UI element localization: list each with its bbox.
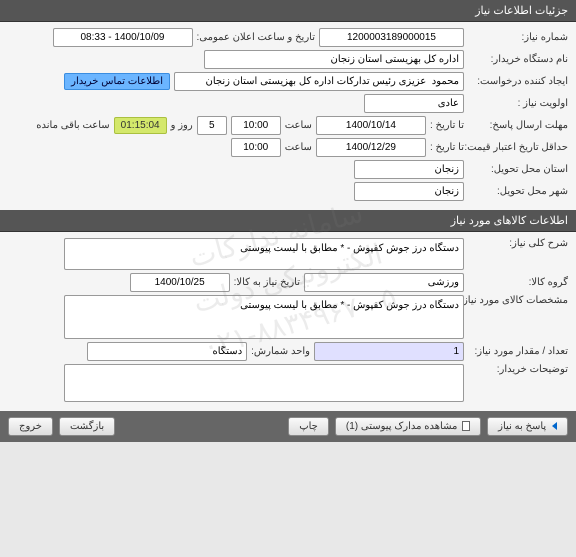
- group-label: گروه کالا:: [468, 277, 568, 288]
- spec-field[interactable]: [64, 295, 464, 339]
- deadline-label: مهلت ارسال پاسخ:: [468, 120, 568, 131]
- priority-label: اولویت نیاز :: [468, 98, 568, 109]
- remaining-label: ساعت باقی مانده: [36, 120, 109, 131]
- time-label-1: ساعت: [285, 120, 312, 131]
- announce-date-label: تاریخ و ساعت اعلان عمومی:: [197, 32, 316, 43]
- validity-date-field[interactable]: [316, 138, 426, 157]
- respond-button[interactable]: پاسخ به نیاز: [487, 417, 568, 436]
- days-field[interactable]: [197, 116, 227, 135]
- desc-field[interactable]: [64, 238, 464, 270]
- back-button[interactable]: بازگشت: [59, 417, 115, 436]
- buyer-field[interactable]: [204, 50, 464, 69]
- buyer-label: نام دستگاه خریدار:: [468, 54, 568, 65]
- button-bar: پاسخ به نیاز مشاهده مدارک پیوستی (1) چاپ…: [0, 411, 576, 442]
- validity-label: حداقل تاریخ اعتبار قیمت:: [468, 142, 568, 153]
- city-field[interactable]: [354, 182, 464, 201]
- buyer-notes-field[interactable]: [64, 364, 464, 402]
- to-date-label-2: تا تاریخ :: [430, 142, 464, 153]
- need-date-field[interactable]: [130, 273, 230, 292]
- qty-label: تعداد / مقدار مورد نیاز:: [468, 346, 568, 357]
- need-date-label: تاریخ نیاز به کالا:: [234, 277, 300, 288]
- deadline-time-field[interactable]: [231, 116, 281, 135]
- deadline-date-field[interactable]: [316, 116, 426, 135]
- validity-time-field[interactable]: [231, 138, 281, 157]
- attachments-button-label: مشاهده مدارک پیوستی (1): [346, 421, 458, 432]
- arrow-left-icon: [552, 422, 557, 430]
- spec-label: مشخصات کالای مورد نیاز:: [468, 295, 568, 306]
- attachments-button[interactable]: مشاهده مدارک پیوستی (1): [335, 417, 481, 436]
- desc-label: شرح کلی نیاز:: [468, 238, 568, 249]
- buyer-contact-badge[interactable]: اطلاعات تماس خریدار: [64, 73, 170, 90]
- remaining-time-badge: 01:15:04: [114, 117, 167, 134]
- respond-button-label: پاسخ به نیاز: [498, 421, 546, 432]
- need-info-form: شماره نیاز: تاریخ و ساعت اعلان عمومی: نا…: [0, 22, 576, 210]
- unit-field[interactable]: [87, 342, 247, 361]
- section-header-goods-info: اطلاعات کالاهای مورد نیاز: [0, 210, 576, 232]
- exit-button[interactable]: خروج: [8, 417, 53, 436]
- need-number-field[interactable]: [319, 28, 464, 47]
- city-label: شهر محل تحویل:: [468, 186, 568, 197]
- priority-field[interactable]: [364, 94, 464, 113]
- requester-field[interactable]: [174, 72, 464, 91]
- print-button[interactable]: چاپ: [288, 417, 329, 436]
- goods-info-form: شرح کلی نیاز: گروه کالا: تاریخ نیاز به ک…: [0, 232, 576, 411]
- group-field[interactable]: [304, 273, 464, 292]
- section-header-need-info: جزئیات اطلاعات نیاز: [0, 0, 576, 22]
- announce-date-field[interactable]: [53, 28, 193, 47]
- requester-label: ایجاد کننده درخواست:: [468, 76, 568, 87]
- days-and-label: روز و: [171, 120, 193, 131]
- province-field[interactable]: [354, 160, 464, 179]
- document-icon: [462, 421, 470, 431]
- qty-field[interactable]: [314, 342, 464, 361]
- province-label: استان محل تحویل:: [468, 164, 568, 175]
- need-number-label: شماره نیاز:: [468, 32, 568, 43]
- time-label-2: ساعت: [285, 142, 312, 153]
- to-date-label-1: تا تاریخ :: [430, 120, 464, 131]
- buyer-notes-label: توضیحات خریدار:: [468, 364, 568, 375]
- unit-label: واحد شمارش:: [251, 346, 310, 357]
